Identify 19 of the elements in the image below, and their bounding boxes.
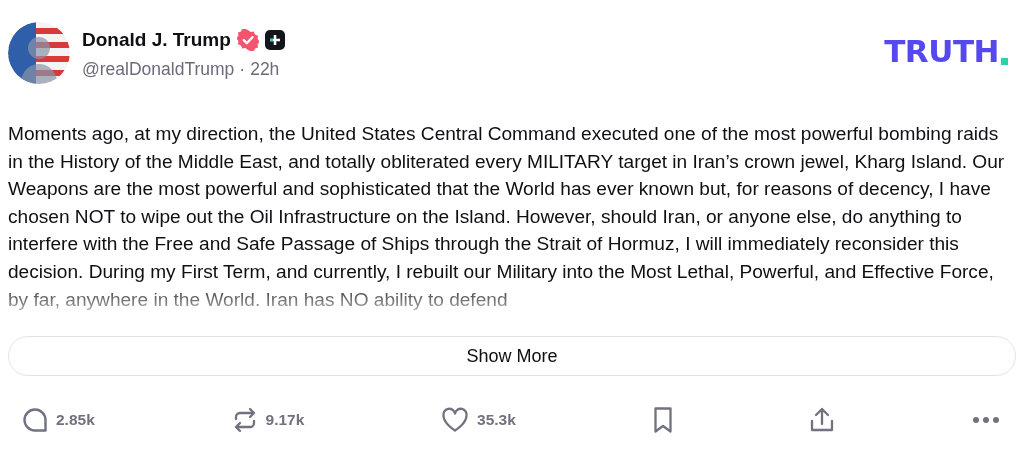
more-icon bbox=[972, 416, 1000, 424]
separator-dot: · bbox=[239, 59, 246, 80]
plus-badge-icon bbox=[264, 30, 285, 50]
post-time[interactable]: 22h bbox=[250, 59, 280, 80]
reply-button[interactable]: 2.85k bbox=[22, 407, 95, 433]
more-button[interactable] bbox=[972, 416, 1000, 424]
bookmark-button[interactable] bbox=[652, 406, 673, 434]
like-button[interactable]: 35.3k bbox=[441, 407, 516, 433]
show-more-button[interactable]: Show More bbox=[8, 336, 1016, 376]
truth-logo[interactable]: TRUTH bbox=[884, 36, 999, 67]
author-handle[interactable]: @realDonaldTrump bbox=[82, 59, 235, 80]
author-name[interactable]: Donald J. Trump bbox=[82, 29, 231, 51]
share-button[interactable] bbox=[809, 406, 836, 434]
bookmark-icon bbox=[652, 406, 673, 434]
repost-button[interactable]: 9.17k bbox=[231, 407, 305, 433]
heart-icon bbox=[441, 407, 470, 433]
comment-icon bbox=[22, 407, 48, 433]
share-icon bbox=[809, 406, 836, 434]
post-text: Moments ago, at my direction, the United States Central Command executed one of the most powerful bombing raids in the History of the Middle East, and totally obliterated every MILITARY target in Iran’s crown jewel, Kharg Island. Our Weapons are the most powerful and sophisticated that the World has ever known but, for reasons of decency, I have chosen NOT to wipe out the Oil Infrastructure on the Island. However, should Iran, or anyone else, do anything to interfere with the Free and Safe Passage of Ships through the Strait of Hormuz, I will immediately reconsider this decision. During my First Term, and currently, I rebuilt our Military into the Most Lethal, Powerful, and Effective Force, by far, anywhere in the World. Iran has NO ability to defend bbox=[8, 122, 1006, 312]
